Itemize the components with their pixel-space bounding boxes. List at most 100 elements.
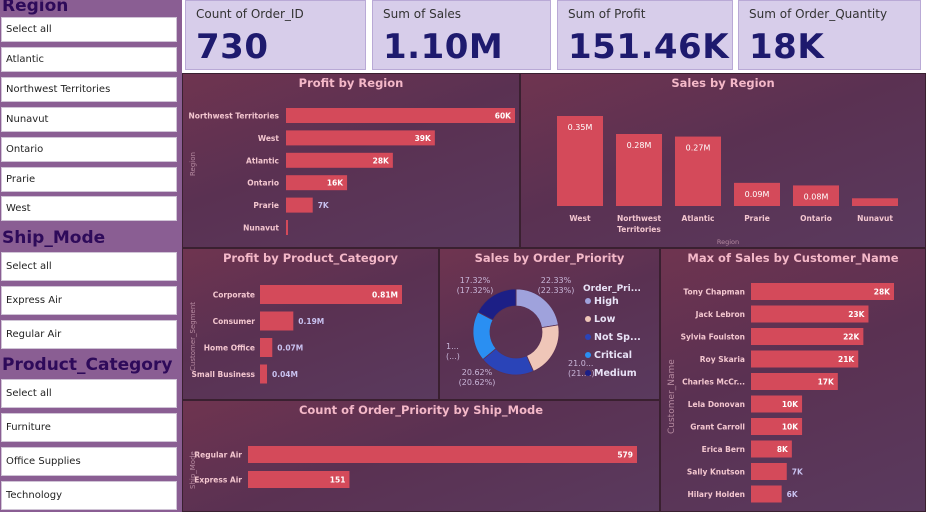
data-label: 0.09M <box>745 190 770 199</box>
profit-by-category-chart: Corporate 0.81M Consumer 0.19M Home Office 0.… <box>192 285 402 384</box>
category-label: Ontario <box>247 179 279 188</box>
slicer-item-ontario[interactable]: Ontario <box>1 137 177 162</box>
data-label: 7K <box>318 201 330 210</box>
kpi-value: 730 <box>196 27 269 67</box>
bar <box>260 311 294 331</box>
category-label: Hilary Holden <box>688 490 745 499</box>
legend-swatch <box>585 352 591 358</box>
category-label: Consumer <box>213 317 256 326</box>
slice-label: 20.62% <box>462 368 493 377</box>
category-label: Home Office <box>204 344 255 353</box>
data-label: 579 <box>617 451 633 460</box>
data-label: 16K <box>327 179 344 188</box>
category-label: West <box>569 214 591 223</box>
slicer-item-northwest-territories[interactable]: Northwest Territories <box>1 77 177 102</box>
sales-by-priority-panel[interactable]: Sales by Order_Priority 22.33% (22.33%) 21… <box>439 248 660 400</box>
bar <box>286 130 435 146</box>
kpi-label: Count of Order_ID <box>196 7 304 21</box>
slicer-item-technology[interactable]: Technology <box>1 481 177 510</box>
slice-label: (20.62%) <box>459 378 496 387</box>
profit-by-category-panel[interactable]: Profit by Product_Category Customer_Segm… <box>182 248 439 400</box>
data-label: 151 <box>330 476 346 485</box>
legend-label: Medium <box>594 368 637 379</box>
data-label: 23K <box>848 310 865 319</box>
data-label: 0.81M <box>372 291 398 300</box>
slicer-item-select-all[interactable]: Select all <box>1 379 177 408</box>
category-label: Atlantic <box>246 156 279 165</box>
bar <box>260 338 273 357</box>
category-label: Tony Chapman <box>683 288 745 297</box>
slicer-item-prarie[interactable]: Prarie <box>1 167 177 192</box>
data-label: 28K <box>373 156 390 165</box>
data-label: 6K <box>787 490 799 499</box>
slicer-item-office-supplies[interactable]: Office Supplies <box>1 447 177 476</box>
slice-label: 21.0... <box>568 359 593 368</box>
data-label: 0.08M <box>804 192 829 201</box>
data-label: 22K <box>843 333 860 342</box>
category-label: Roy Skaria <box>700 355 745 364</box>
product-category-slicer-title: Product_Category <box>2 355 173 375</box>
kpi-label: Sum of Profit <box>568 7 646 21</box>
category-label: Charles McCr... <box>682 378 745 387</box>
data-label: 39K <box>415 134 432 143</box>
data-label: 0.27M <box>686 144 711 153</box>
legend-label: High <box>594 296 619 307</box>
category-label: Regular Air <box>194 451 242 460</box>
profit-by-region-chart: Northwest Territories 60K West 39K Atlantic 2… <box>189 108 515 235</box>
data-label: 10K <box>782 423 799 432</box>
axis-title: Region <box>717 238 739 246</box>
slicer-item-atlantic[interactable]: Atlantic <box>1 47 177 72</box>
sales-by-region-panel[interactable]: Sales by Region 0.35M West 0.28M Northwest T… <box>520 73 926 248</box>
slicer-item-furniture[interactable]: Furniture <box>1 413 177 442</box>
data-label: 17K <box>818 378 835 387</box>
category-label: West <box>258 134 280 143</box>
kpi-label: Sum of Order_Quantity <box>749 7 888 21</box>
category-label: Nunavut <box>857 214 893 223</box>
slice-label: 22.33% <box>541 276 572 285</box>
bar <box>852 198 898 206</box>
legend-title: Order_Pri... <box>583 284 641 294</box>
legend-swatch <box>585 334 591 340</box>
region-slicer-title: Region <box>2 0 69 16</box>
slicer-item-nunavut[interactable]: Nunavut <box>1 107 177 132</box>
legend-swatch <box>585 298 591 304</box>
category-label: Territories <box>617 225 661 234</box>
slicer-item-regular-air[interactable]: Regular Air <box>1 320 177 349</box>
category-label: Lela Donovan <box>688 400 745 409</box>
category-label: Northwest Territories <box>189 112 280 121</box>
kpi-card-profit: Sum of Profit 151.46K <box>557 0 733 70</box>
profit-by-region-panel[interactable]: Profit by Region Region Northwest Territ… <box>182 73 520 248</box>
legend-swatch <box>585 316 591 322</box>
category-label: Nunavut <box>243 224 279 233</box>
priority-by-ship-mode-panel[interactable]: Count of Order_Priority by Ship_Mode Shi… <box>182 400 660 512</box>
slice-label: 1... <box>446 342 459 351</box>
slicer-item-select-all[interactable]: Select all <box>1 17 177 42</box>
bar <box>286 108 515 123</box>
data-label: 0.28M <box>627 141 652 150</box>
kpi-card-order-quantity: Sum of Order_Quantity 18K <box>738 0 921 70</box>
category-label: Prarie <box>744 214 770 223</box>
data-label: 10K <box>782 400 799 409</box>
bar <box>260 364 268 384</box>
legend-swatch <box>585 370 591 376</box>
slicer-item-express-air[interactable]: Express Air <box>1 286 177 315</box>
data-label: 8K <box>777 445 789 454</box>
priority-by-ship-mode-chart: Regular Air 579 Express Air 151 <box>194 446 637 488</box>
data-label: 0.04M <box>272 370 298 379</box>
bar <box>751 463 787 480</box>
data-label: 60K <box>495 112 512 121</box>
slice-label: (17.32%) <box>457 286 494 295</box>
legend-label: Low <box>594 314 616 325</box>
slicer-item-select-all[interactable]: Select all <box>1 252 177 281</box>
kpi-value: 18K <box>749 27 825 67</box>
category-label: Grant Carroll <box>690 423 745 432</box>
category-label: Sylvia Foulston <box>681 333 745 342</box>
data-label: 28K <box>874 288 891 297</box>
data-label: 0.07M <box>277 344 303 353</box>
category-label: Sally Knutson <box>687 468 745 477</box>
kpi-value: 1.10M <box>383 27 504 67</box>
slicer-item-west[interactable]: West <box>1 196 177 221</box>
max-sales-by-customer-panel[interactable]: Max of Sales by Customer_Name Customer_N… <box>660 248 926 512</box>
ship-mode-slicer-title: Ship_Mode <box>2 228 106 248</box>
bar <box>248 446 637 463</box>
